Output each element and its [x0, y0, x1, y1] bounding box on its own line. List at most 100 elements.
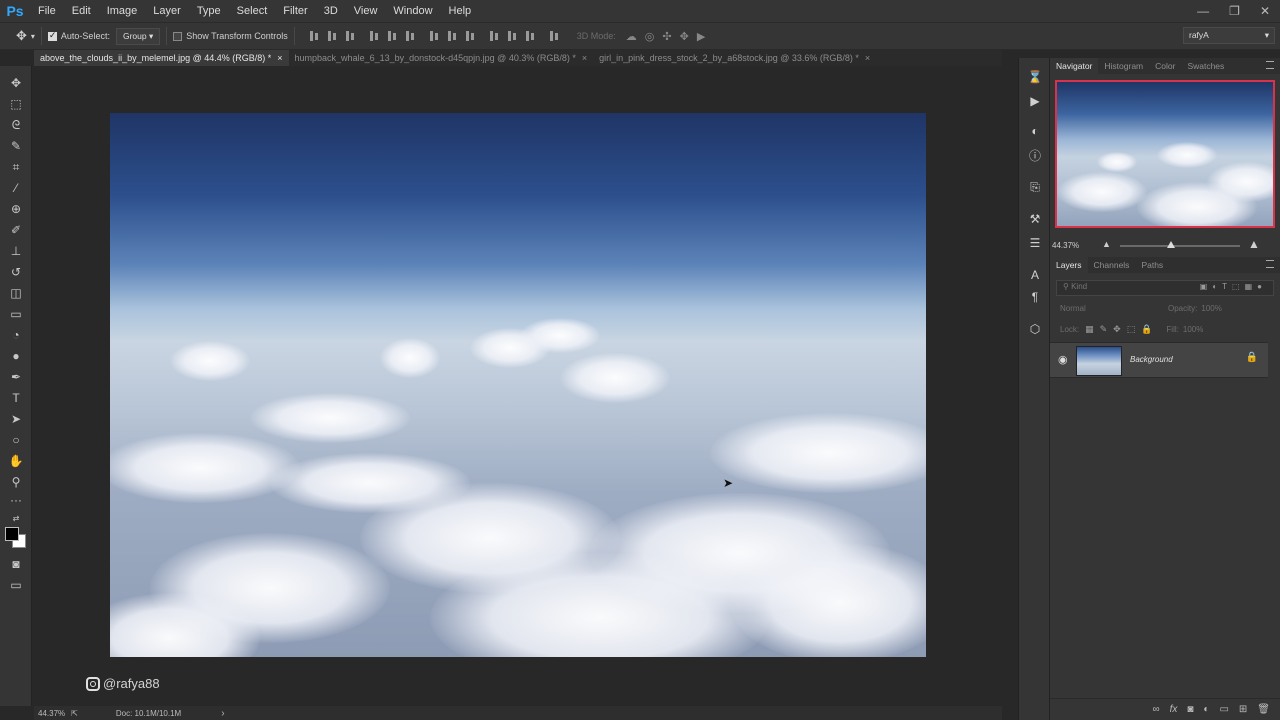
fill-value[interactable]: 100% [1183, 325, 1203, 334]
tab-document-2[interactable]: humpback_whale_6_13_by_donstock-d45qpjn.… [289, 50, 594, 66]
panel-menu-icon[interactable] [1266, 260, 1274, 268]
3d-orbit-icon[interactable]: ☁ [626, 30, 637, 43]
mask-icon[interactable]: ◙ [1187, 704, 1193, 715]
tool-preset-dropdown-icon[interactable]: ▾ [31, 32, 35, 41]
link-icon[interactable]: ∞ [1152, 704, 1159, 715]
menu-view[interactable]: View [346, 0, 386, 22]
trash-icon[interactable]: 🗑 [1257, 704, 1270, 715]
quick-select-tool-icon[interactable]: ✎ [7, 137, 25, 155]
distribute-top-icon[interactable] [429, 30, 439, 42]
path-selection-tool-icon[interactable]: ➤ [7, 410, 25, 428]
layer-row[interactable]: ◉ Background 🔒 [1050, 342, 1268, 378]
menu-window[interactable]: Window [385, 0, 440, 22]
distribute-right-icon[interactable] [525, 30, 535, 42]
export-icon[interactable]: ⇱ [71, 709, 78, 718]
blur-tool-icon[interactable]: ◔ [7, 326, 25, 344]
document-image[interactable] [110, 113, 926, 657]
gradient-tool-icon[interactable]: ▭ [7, 305, 25, 323]
new-layer-icon[interactable]: ⊞ [1239, 704, 1247, 715]
3d-roll-icon[interactable]: ◎ [645, 30, 655, 43]
restore-button[interactable]: ❐ [1229, 4, 1240, 18]
move-tool-icon[interactable]: ✥ [7, 74, 25, 92]
close-icon[interactable]: × [582, 53, 587, 63]
close-icon[interactable]: × [277, 53, 282, 63]
panel-menu-icon[interactable] [1266, 61, 1274, 69]
menu-filter[interactable]: Filter [275, 0, 315, 22]
character-icon[interactable]: A [1026, 266, 1044, 284]
tab-histogram[interactable]: Histogram [1098, 58, 1149, 74]
3d-drag-icon[interactable]: ✣ [662, 30, 671, 43]
zoom-tool-icon[interactable]: ⚲ [7, 473, 25, 491]
status-zoom[interactable]: 44.37% [38, 709, 65, 718]
auto-align-icon[interactable] [549, 30, 559, 42]
eraser-tool-icon[interactable]: ◫ [7, 284, 25, 302]
tab-document-1[interactable]: above_the_clouds_ii_by_melemel.jpg @ 44.… [34, 50, 289, 66]
tab-paths[interactable]: Paths [1135, 257, 1169, 273]
info-icon[interactable]: ⓘ [1026, 146, 1044, 164]
history-icon[interactable]: ⌛ [1026, 68, 1044, 86]
zoom-in-icon[interactable]: ▲ [1248, 237, 1260, 251]
screen-mode-icon[interactable]: ▭ [7, 576, 25, 594]
history-brush-tool-icon[interactable]: ↺ [7, 263, 25, 281]
dodge-tool-icon[interactable]: ● [7, 347, 25, 365]
adjustment-icon[interactable]: ◐ [1203, 704, 1209, 715]
fx-icon[interactable]: fx [1170, 704, 1178, 715]
menu-edit[interactable]: Edit [64, 0, 99, 22]
visibility-eye-icon[interactable]: ◉ [1058, 353, 1068, 366]
align-bottom-icon[interactable] [345, 30, 355, 42]
tab-document-3[interactable]: girl_in_pink_dress_stock_2_by_a68stock.j… [593, 50, 876, 66]
workspace-dropdown[interactable]: rafyA ▾ [1183, 27, 1275, 44]
adjustments-icon[interactable]: ◐ [1026, 122, 1044, 140]
zoom-slider-handle[interactable] [1167, 241, 1175, 248]
align-hcenter-icon[interactable] [387, 30, 397, 42]
blend-mode-dropdown[interactable]: Normal [1060, 304, 1160, 313]
paragraph-icon[interactable]: ¶ [1026, 288, 1044, 306]
tab-color[interactable]: Color [1149, 58, 1181, 74]
clone-source-icon[interactable]: ⎘ [1026, 178, 1044, 196]
3d-slide-icon[interactable]: ✥ [680, 30, 689, 43]
close-button[interactable]: ✕ [1260, 4, 1270, 18]
healing-brush-tool-icon[interactable]: ⊕ [7, 200, 25, 218]
marquee-tool-icon[interactable]: ⬚ [7, 95, 25, 113]
3d-camera-icon[interactable]: ▶ [697, 30, 705, 43]
align-right-icon[interactable] [405, 30, 415, 42]
distribute-vcenter-icon[interactable] [447, 30, 457, 42]
menu-select[interactable]: Select [229, 0, 276, 22]
menu-help[interactable]: Help [441, 0, 480, 22]
close-icon[interactable]: × [865, 53, 870, 63]
opacity-value[interactable]: 100% [1201, 304, 1221, 313]
layer-name[interactable]: Background [1130, 355, 1173, 364]
move-tool-icon[interactable]: ✥ [16, 28, 27, 44]
foreground-color-swatch[interactable] [5, 527, 19, 541]
zoom-out-icon[interactable]: ▲ [1102, 239, 1111, 249]
align-top-icon[interactable] [309, 30, 319, 42]
tab-layers[interactable]: Layers [1050, 257, 1088, 273]
align-vcenter-icon[interactable] [327, 30, 337, 42]
pen-tool-icon[interactable]: ✒ [7, 368, 25, 386]
show-transform-checkbox[interactable] [173, 31, 183, 41]
3d-icon[interactable]: ⬡ [1026, 320, 1044, 338]
auto-select-checkbox[interactable] [47, 30, 57, 41]
quick-mask-icon[interactable]: ◙ [7, 555, 25, 573]
layer-filter[interactable]: ⚲ Kind ▣◐T⬚▦● [1056, 280, 1274, 296]
eyedropper-tool-icon[interactable]: ⁄ [7, 179, 25, 197]
swap-colors-icon[interactable]: ⇄ [7, 509, 25, 527]
more-tools-icon[interactable]: ··· [7, 491, 25, 509]
hand-tool-icon[interactable]: ✋ [7, 452, 25, 470]
menu-type[interactable]: Type [189, 0, 229, 22]
brush-presets-icon[interactable]: ⚒ [1026, 210, 1044, 228]
clone-stamp-tool-icon[interactable]: ⊥ [7, 242, 25, 260]
canvas-area[interactable]: ➤ @rafya88 [34, 66, 1002, 706]
brush-tool-icon[interactable]: ✐ [7, 221, 25, 239]
zoom-slider-track[interactable] [1120, 245, 1240, 247]
properties-icon[interactable]: ☰ [1026, 234, 1044, 252]
menu-layer[interactable]: Layer [145, 0, 189, 22]
menu-image[interactable]: Image [99, 0, 146, 22]
status-menu-arrow[interactable]: › [221, 708, 224, 719]
group-icon[interactable]: ▭ [1219, 704, 1228, 715]
crop-tool-icon[interactable]: ⌗ [7, 158, 25, 176]
minimize-button[interactable]: — [1197, 4, 1209, 18]
distribute-hcenter-icon[interactable] [507, 30, 517, 42]
actions-play-icon[interactable]: ▶ [1026, 92, 1044, 110]
navigator-zoom-value[interactable]: 44.37% [1052, 241, 1079, 250]
